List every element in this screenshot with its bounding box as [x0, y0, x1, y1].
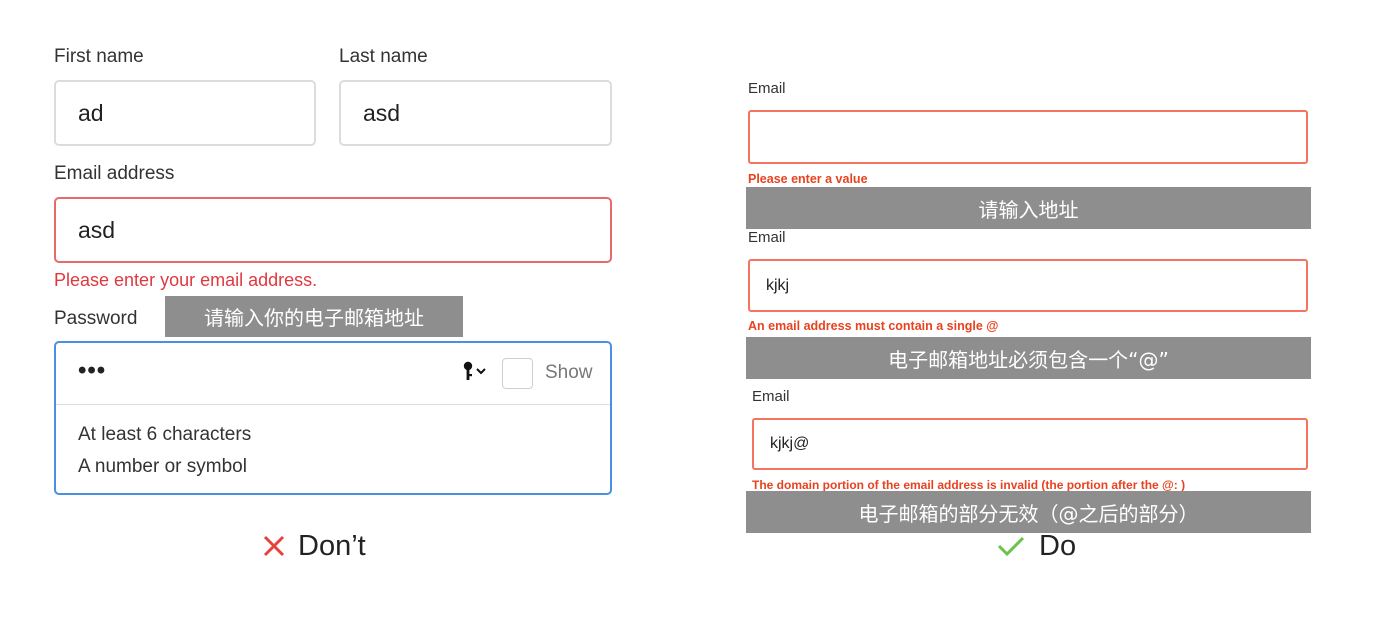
- dont-verdict: Don’t: [262, 529, 366, 563]
- check-icon: [997, 536, 1025, 557]
- email-input-2[interactable]: kjkj: [748, 259, 1308, 312]
- email-input-1[interactable]: [748, 110, 1308, 164]
- email-error-3: The domain portion of the email address …: [752, 478, 1186, 492]
- email-error-message: Please enter your email address.: [54, 270, 318, 290]
- password-input-row: ••• Show: [56, 343, 610, 405]
- password-input[interactable]: •••: [78, 357, 106, 385]
- show-password-checkbox[interactable]: [502, 358, 533, 389]
- show-password-label: Show: [545, 362, 593, 383]
- dont-verdict-label: Don’t: [298, 529, 366, 562]
- email-error-2: An email address must contain a single @: [748, 319, 999, 333]
- password-label: Password: [54, 308, 138, 329]
- first-name-label: First name: [54, 46, 144, 67]
- annotation-overlay-3: 电子邮箱的部分无效（@之后的部分）: [746, 491, 1311, 533]
- email-label-2: Email: [748, 229, 786, 246]
- email-error-1: Please enter a value: [748, 172, 868, 186]
- do-verdict-label: Do: [1039, 529, 1077, 562]
- password-field: ••• Show At least 6 characters A number …: [54, 341, 612, 495]
- password-hint-symbol: A number or symbol: [78, 456, 247, 477]
- password-hint-length: At least 6 characters: [78, 424, 252, 445]
- annotation-overlay-1: 请输入地址: [746, 187, 1311, 229]
- email-label: Email address: [54, 163, 175, 184]
- close-icon: [263, 535, 285, 557]
- annotation-overlay-2: 电子邮箱地址必须包含一个“@”: [746, 337, 1311, 379]
- email-label-3: Email: [752, 388, 790, 405]
- annotation-overlay: 请输入你的电子邮箱地址: [165, 296, 463, 337]
- do-verdict: Do: [997, 529, 1076, 563]
- key-icon[interactable]: [460, 359, 490, 385]
- first-name-input[interactable]: ad: [54, 80, 316, 146]
- last-name-label: Last name: [339, 46, 428, 67]
- last-name-input[interactable]: asd: [339, 80, 612, 146]
- email-input[interactable]: asd: [54, 197, 612, 263]
- email-label-1: Email: [748, 80, 786, 97]
- email-input-3[interactable]: kjkj@: [752, 418, 1308, 470]
